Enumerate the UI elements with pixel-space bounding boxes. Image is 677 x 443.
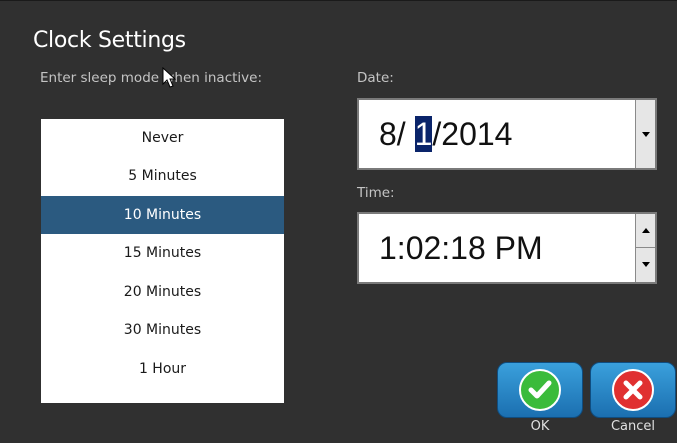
sleep-option-30-minutes[interactable]: 30 Minutes bbox=[41, 311, 284, 349]
time-picker[interactable]: 1:02:18 PM bbox=[357, 212, 657, 284]
date-year[interactable]: /2014 bbox=[432, 116, 512, 152]
x-icon bbox=[612, 369, 654, 411]
check-icon bbox=[519, 369, 561, 411]
cancel-button[interactable] bbox=[590, 362, 676, 418]
ok-label[interactable]: OK bbox=[497, 419, 583, 434]
sleep-mode-list[interactable]: Never 5 Minutes 10 Minutes 15 Minutes 20… bbox=[41, 119, 284, 403]
sleep-option-15-minutes[interactable]: 15 Minutes bbox=[41, 234, 284, 272]
mouse-pointer-icon bbox=[162, 67, 176, 88]
ok-button[interactable] bbox=[497, 362, 583, 418]
sleep-mode-label: Enter sleep mode when inactive: bbox=[40, 70, 262, 86]
date-picker[interactable]: 8/ 1/2014 bbox=[357, 98, 657, 170]
sleep-option-1-hour[interactable]: 1 Hour bbox=[41, 350, 284, 388]
spin-up-icon bbox=[642, 228, 650, 233]
sleep-option-never[interactable]: Never bbox=[41, 119, 284, 157]
date-month[interactable]: 8/ bbox=[379, 116, 406, 152]
date-value[interactable]: 8/ 1/2014 bbox=[379, 100, 512, 168]
chevron-down-icon bbox=[642, 132, 650, 137]
cancel-label[interactable]: Cancel bbox=[590, 419, 676, 434]
clock-settings-dialog: Clock Settings Enter sleep mode when ina… bbox=[0, 0, 677, 443]
time-spin-up-button[interactable] bbox=[635, 214, 655, 248]
date-label: Date: bbox=[357, 70, 394, 86]
sleep-option-20-minutes[interactable]: 20 Minutes bbox=[41, 273, 284, 311]
time-spin-down-button[interactable] bbox=[635, 248, 655, 282]
time-label: Time: bbox=[357, 185, 395, 201]
date-day-segment[interactable]: 1 bbox=[414, 116, 433, 152]
spin-down-icon bbox=[642, 262, 650, 267]
sleep-option-10-minutes[interactable]: 10 Minutes bbox=[41, 196, 284, 234]
sleep-option-5-minutes[interactable]: 5 Minutes bbox=[41, 157, 284, 195]
dialog-title: Clock Settings bbox=[33, 28, 186, 53]
date-dropdown-button[interactable] bbox=[635, 100, 655, 168]
time-value[interactable]: 1:02:18 PM bbox=[379, 214, 543, 282]
